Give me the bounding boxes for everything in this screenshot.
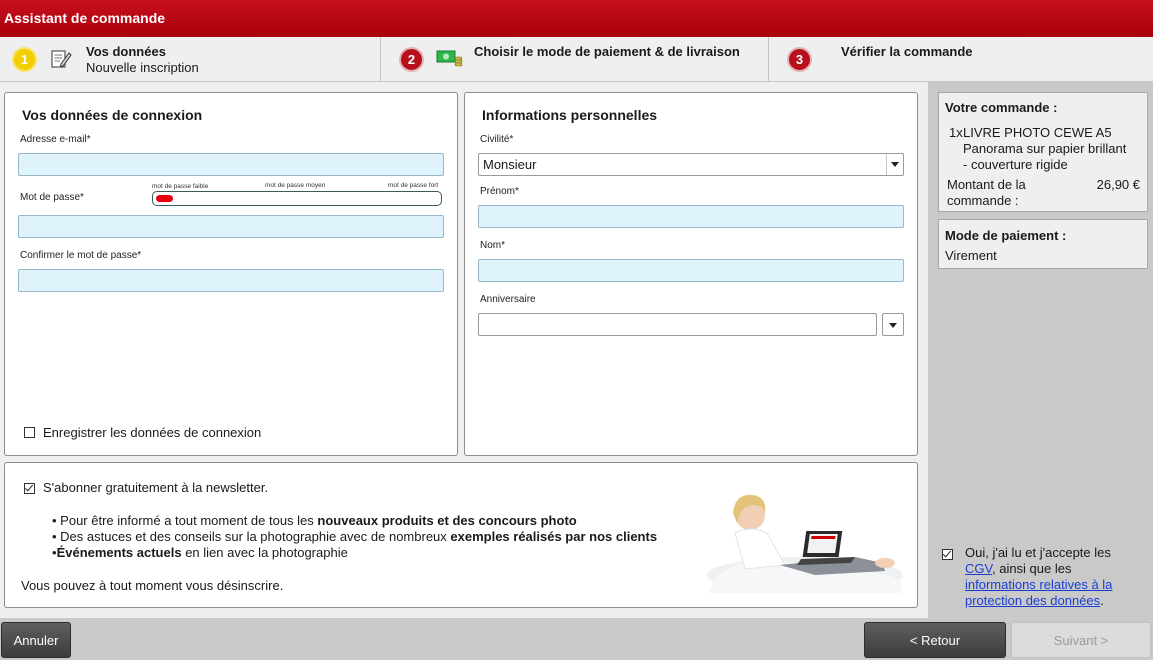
step-3-badge: 3 bbox=[787, 47, 812, 72]
password-input[interactable] bbox=[18, 215, 444, 238]
order-sidebar: Votre commande : 1x LIVRE PHOTO CEWE A5 … bbox=[928, 82, 1153, 618]
password-strength-fill bbox=[156, 195, 173, 202]
order-product-name: LIVRE PHOTO CEWE A5 bbox=[963, 125, 1112, 140]
terms-checkbox[interactable] bbox=[942, 549, 953, 560]
bullet-2-bold: exemples réalisés par nos clients bbox=[450, 529, 658, 544]
birthday-label: Anniversaire bbox=[480, 294, 536, 305]
back-button[interactable]: < Retour bbox=[864, 622, 1006, 658]
payment-value: Virement bbox=[945, 248, 997, 263]
edit-form-icon bbox=[51, 50, 72, 68]
unsubscribe-note: Vous pouvez à tout moment vous désinscri… bbox=[21, 578, 284, 593]
confirm-password-label: Confirmer le mot de passe* bbox=[20, 250, 142, 261]
next-button[interactable]: Suivant > bbox=[1011, 622, 1151, 658]
strength-strong-label: mot de passe fort bbox=[388, 182, 439, 189]
payment-heading: Mode de paiement : bbox=[945, 228, 1067, 243]
confirm-password-input[interactable] bbox=[18, 269, 444, 292]
step-3-title: Vérifier la commande bbox=[841, 44, 973, 59]
order-product-paper: Panorama sur papier brillant bbox=[963, 141, 1127, 156]
newsletter-panel: S'abonner gratuitement à la newsletter. … bbox=[4, 462, 918, 608]
privacy-link-line-2[interactable]: protection des données bbox=[965, 593, 1100, 608]
step-2: 2 Choisir le mode de paiement & de livra… bbox=[381, 37, 769, 81]
bullet-1-text: • Pour être informé a tout moment de tou… bbox=[52, 513, 318, 528]
password-strength-meter bbox=[152, 191, 442, 206]
newsletter-woman-laptop-image bbox=[707, 494, 903, 593]
terms-period: . bbox=[1100, 593, 1104, 608]
remember-login-label: Enregistrer les données de connexion bbox=[43, 425, 262, 440]
firstname-label: Prénom* bbox=[480, 186, 519, 197]
strength-medium-label: mot de passe moyen bbox=[265, 182, 326, 189]
bullet-3-bold: Événements actuels bbox=[56, 545, 182, 560]
chevron-down-icon bbox=[886, 154, 903, 175]
lastname-label: Nom* bbox=[480, 240, 506, 251]
newsletter-bullet-2: • Des astuces et des conseils sur la pho… bbox=[52, 529, 657, 544]
step-1-subtitle: Nouvelle inscription bbox=[86, 60, 199, 75]
step-2-badge: 2 bbox=[399, 47, 424, 72]
bullet-1-bold: nouveaux produits et des concours photo bbox=[317, 513, 577, 528]
bullet-3-text: en lien avec la photographie bbox=[181, 545, 348, 560]
order-amount-value: 26,90 € bbox=[1096, 177, 1140, 192]
strength-weak-label: mot de passe faible bbox=[152, 183, 209, 190]
newsletter-bullet-3: •Événements actuels en lien avec la phot… bbox=[52, 545, 348, 560]
order-product-cover: - couverture rigide bbox=[963, 157, 1068, 172]
firstname-input[interactable] bbox=[478, 205, 904, 228]
newsletter-bullet-1: • Pour être informé a tout moment de tou… bbox=[52, 513, 577, 528]
wizard-steps: 1 Vos données Nouvelle inscription 2 Cho… bbox=[0, 37, 1153, 82]
order-qty: 1x bbox=[949, 125, 963, 140]
order-summary-box: Votre commande : 1x LIVRE PHOTO CEWE A5 … bbox=[938, 92, 1148, 212]
newsletter-label: S'abonner gratuitement à la newsletter. bbox=[43, 480, 269, 495]
terms-line-2: CGV, ainsi que les bbox=[965, 561, 1071, 576]
privacy-link-line-1[interactable]: informations relatives à la bbox=[965, 577, 1112, 592]
login-heading: Vos données de connexion bbox=[22, 107, 203, 123]
step-1-title: Vos données bbox=[86, 44, 166, 59]
birthday-dropdown-button[interactable] bbox=[882, 313, 904, 336]
civility-value: Monsieur bbox=[483, 157, 537, 172]
terms-line-1: Oui, j'ai lu et j'accepte les bbox=[965, 545, 1111, 560]
step-2-title: Choisir le mode de paiement & de livrais… bbox=[474, 44, 740, 59]
step-1: 1 Vos données Nouvelle inscription bbox=[0, 37, 381, 81]
cgv-link[interactable]: CGV bbox=[965, 561, 992, 576]
email-input[interactable] bbox=[18, 153, 444, 176]
terms-line-4: protection des données. bbox=[965, 593, 1104, 608]
email-label: Adresse e-mail* bbox=[20, 134, 91, 145]
lastname-input[interactable] bbox=[478, 259, 904, 282]
step-1-badge: 1 bbox=[12, 47, 37, 72]
remember-login-checkbox[interactable] bbox=[24, 427, 35, 438]
chevron-down-icon bbox=[889, 323, 897, 328]
login-panel: Vos données de connexion Adresse e-mail*… bbox=[4, 92, 458, 456]
payment-method-box: Mode de paiement : Virement bbox=[938, 219, 1148, 269]
window-title: Assistant de commande bbox=[0, 0, 1153, 37]
bullet-2-text: • Des astuces et des conseils sur la pho… bbox=[52, 529, 451, 544]
personal-heading: Informations personnelles bbox=[482, 107, 658, 123]
civility-label: Civilité* bbox=[480, 134, 514, 145]
main-content: Vos données de connexion Adresse e-mail*… bbox=[0, 82, 928, 618]
personal-info-panel: Informations personnelles Civilité* Mons… bbox=[464, 92, 918, 456]
cancel-button[interactable]: Annuler bbox=[1, 622, 71, 658]
payment-cash-icon bbox=[436, 50, 463, 67]
footer-bar: Annuler < Retour Suivant > bbox=[0, 618, 1153, 660]
order-heading: Votre commande : bbox=[945, 100, 1058, 115]
order-amount-label-2: commande : bbox=[947, 193, 1019, 208]
step-3: 3 Vérifier la commande bbox=[769, 37, 1153, 81]
civility-select[interactable]: Monsieur bbox=[478, 153, 904, 176]
password-label: Mot de passe* bbox=[20, 192, 84, 203]
birthday-input[interactable] bbox=[478, 313, 877, 336]
order-amount-label-1: Montant de la bbox=[947, 177, 1026, 192]
terms-line-2-text: , ainsi que les bbox=[991, 561, 1072, 576]
newsletter-checkbox[interactable] bbox=[24, 483, 35, 494]
